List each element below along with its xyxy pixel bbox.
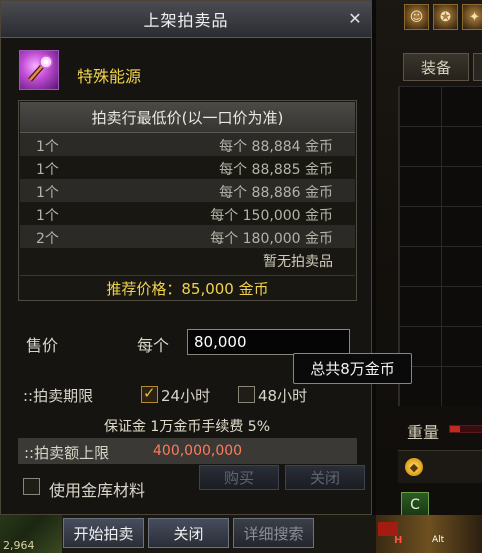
price-row: 1个 每个 88,884 金币 — [20, 133, 355, 156]
duration-label: ::拍卖期限 — [23, 387, 94, 405]
auction-limit-row: ::拍卖额上限 400,000,000 — [18, 438, 357, 464]
close-icon[interactable]: ✕ — [345, 7, 365, 29]
scene-number: 2,964 — [3, 539, 35, 552]
fee-text: 保证金 1万金币手续费 5% — [103, 419, 271, 435]
auction-limit-label: ::拍卖额上限 — [24, 444, 110, 462]
hotkey-alt-label: Alt — [432, 535, 445, 545]
price-row: 1个 每个 88,886 金币 — [20, 179, 355, 202]
auction-limit-value: 400,000,000 — [153, 443, 243, 459]
price-row: 1个 每个 150,000 金币 — [20, 202, 355, 225]
start-auction-button[interactable]: 开始拍卖 — [63, 518, 144, 548]
tab-next[interactable] — [473, 53, 482, 81]
duration-48h-label[interactable]: 48小时 — [258, 385, 307, 406]
top-icon-bar: ☺ ✪ ✦ — [404, 4, 482, 30]
skill-icon[interactable]: ✪ — [433, 4, 458, 30]
hotkey-h-label: H — [394, 535, 403, 546]
weight-bar-fill — [450, 426, 460, 432]
price-row: 1个 每个 88,885 金币 — [20, 156, 355, 179]
price-row-qty: 1个 — [36, 185, 59, 201]
gold-coin-icon: ◆ — [405, 458, 423, 476]
duration-24h-label[interactable]: 24小时 — [161, 385, 210, 406]
tab-equipment[interactable]: 装备 — [403, 53, 469, 81]
weight-bar — [449, 425, 482, 433]
auction-listing-dialog: 上架拍卖品 ✕ 特殊能源 拍卖行最低价(以一口价为准) 1个 每个 88,884… — [0, 0, 372, 515]
use-storage-checkbox[interactable] — [23, 478, 40, 495]
price-row: 暂无拍卖品 — [20, 248, 355, 271]
duration-48h-checkbox[interactable] — [238, 386, 255, 403]
lowest-price-table: 拍卖行最低价(以一口价为准) 1个 每个 88,884 金币 1个 每个 88,… — [18, 100, 357, 301]
no-item-text: 暂无拍卖品 — [263, 254, 333, 270]
price-row-qty: 1个 — [36, 162, 59, 178]
energy-staff-icon — [28, 55, 53, 82]
duration-24h-checkbox[interactable]: ✓ — [141, 384, 158, 403]
recommended-price: 推荐价格：85,000 金币 — [20, 275, 355, 300]
price-row-each: 每个 150,000 金币 — [210, 208, 333, 224]
weight-label: 重量 — [407, 423, 440, 442]
price-input[interactable] — [187, 329, 350, 355]
price-table-header: 拍卖行最低价(以一口价为准) — [20, 102, 355, 133]
dialog-title: 上架拍卖品 — [143, 11, 229, 30]
price-row-each: 每个 180,000 金币 — [210, 231, 333, 247]
price-row-qty: 1个 — [36, 208, 59, 224]
item-icon — [19, 50, 59, 90]
hotbar-slot[interactable] — [378, 522, 398, 536]
unit-label: 每个 — [137, 336, 170, 355]
price-row: 2个 每个 180,000 金币 — [20, 225, 355, 248]
check-icon: ✓ — [143, 384, 156, 402]
map-icon[interactable]: ✦ — [462, 4, 482, 30]
price-row-qty: 2个 — [36, 231, 59, 247]
buy-button: 购买 — [199, 465, 279, 490]
price-row-each: 每个 88,884 金币 — [219, 139, 333, 155]
sell-price-label: 售价 — [26, 336, 59, 355]
price-row-each: 每个 88,886 金币 — [219, 185, 333, 201]
close-button[interactable]: 关闭 — [148, 518, 229, 548]
price-row-each: 每个 88,885 金币 — [219, 162, 333, 178]
ghost-close-button: 关闭 — [285, 465, 365, 490]
price-row-qty: 1个 — [36, 139, 59, 155]
character-icon[interactable]: ☺ — [404, 4, 429, 30]
item-name: 特殊能源 — [77, 67, 142, 86]
detailed-search-button[interactable]: 详细搜索 — [233, 518, 314, 548]
use-storage-label[interactable]: 使用金库材料 — [49, 477, 145, 501]
total-price-tooltip: 总共8万金币 — [293, 353, 412, 384]
